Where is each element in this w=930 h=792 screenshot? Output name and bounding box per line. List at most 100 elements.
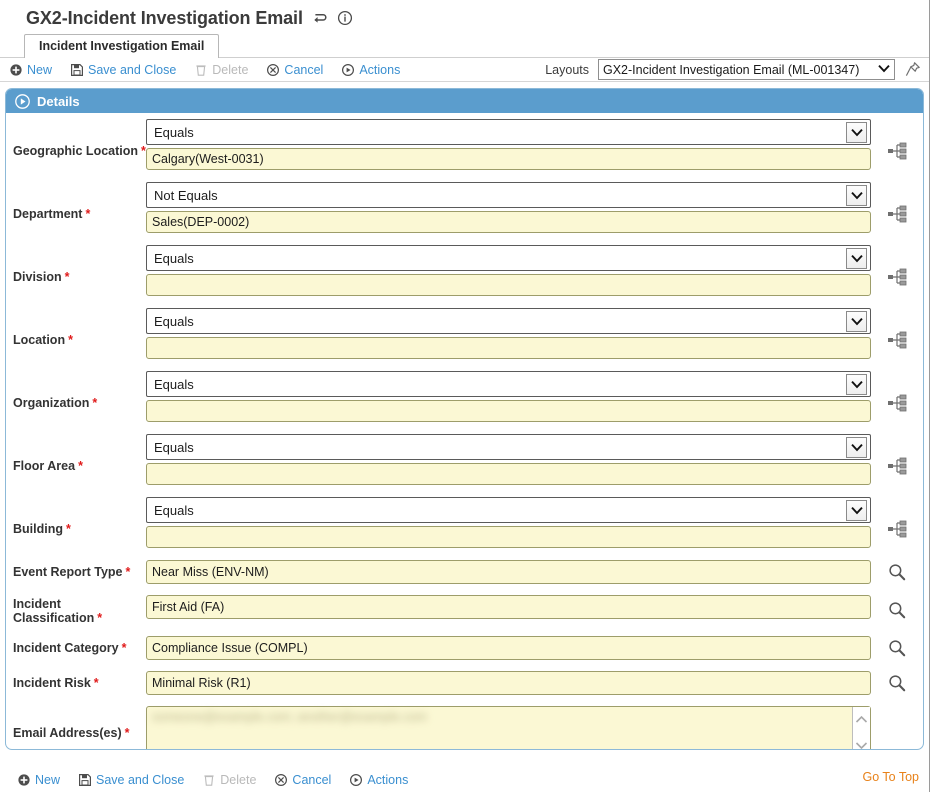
- operator-select[interactable]: Equals: [146, 245, 871, 271]
- redacted-email-text: someone@example.com; another@example.com: [152, 710, 427, 724]
- hierarchy-picker-button[interactable]: [871, 434, 923, 497]
- layout-select[interactable]: GX2-Incident Investigation Email (ML-001…: [598, 59, 895, 80]
- hierarchy-picker-button[interactable]: [871, 119, 923, 182]
- field-label-email-text: Email Address(es): [13, 725, 122, 740]
- required-marker: *: [92, 395, 98, 410]
- required-marker: *: [121, 641, 127, 655]
- footer-new-label: New: [35, 772, 61, 787]
- field-label: Geographic Location *: [6, 119, 146, 182]
- field-row-email: Email Address(es) * someone@example.com; …: [6, 706, 923, 749]
- search-icon: [889, 564, 906, 581]
- actions-button[interactable]: Actions: [342, 63, 400, 77]
- cancel-circle-icon: [275, 773, 288, 786]
- hierarchy-picker-icon: [888, 205, 907, 222]
- cancel-button[interactable]: Cancel: [267, 63, 323, 77]
- play-circle-icon: [342, 63, 355, 76]
- lookup-field-rows: Event Report Type*Incident Classificatio…: [6, 560, 923, 695]
- hierarchy-picker-button[interactable]: [871, 371, 923, 434]
- field-value-input[interactable]: [146, 274, 871, 296]
- field-value-input[interactable]: [146, 337, 871, 359]
- operator-select[interactable]: Equals: [146, 119, 871, 145]
- delete-button[interactable]: Delete: [195, 63, 248, 77]
- row-spacer: [146, 485, 871, 497]
- row-spacer: [146, 233, 871, 245]
- lookup-value-input[interactable]: [146, 560, 871, 584]
- field-label: Department *: [6, 182, 146, 245]
- hierarchy-picker-button[interactable]: [871, 182, 923, 245]
- pin-icon[interactable]: [904, 61, 921, 78]
- go-to-top-link[interactable]: Go To Top: [862, 770, 919, 784]
- field-control-email: someone@example.com; another@example.com: [146, 706, 871, 749]
- refresh-icon[interactable]: [312, 11, 328, 26]
- email-textarea-scrollbar[interactable]: [852, 707, 870, 749]
- field-value-input[interactable]: [146, 148, 871, 170]
- scroll-up-icon: [855, 716, 868, 723]
- operator-field-rows: Geographic Location*EqualsDepartment*Not…: [6, 119, 923, 560]
- field-value-input[interactable]: [146, 211, 871, 233]
- field-value-input[interactable]: [146, 463, 871, 485]
- required-marker: *: [68, 332, 73, 347]
- lookup-field-row: Incident Category *: [6, 636, 923, 660]
- details-form: Geographic Location*EqualsDepartment*Not…: [6, 113, 923, 749]
- field-label-text: Department: [13, 206, 83, 221]
- field-control: Equals: [146, 371, 871, 434]
- footer-new-button[interactable]: New: [18, 773, 60, 787]
- lookup-search-button[interactable]: [871, 560, 923, 584]
- operator-select[interactable]: Equals: [146, 434, 871, 460]
- hierarchy-picker-icon: [888, 331, 907, 348]
- hierarchy-picker-button[interactable]: [871, 308, 923, 371]
- details-panel-header[interactable]: Details: [6, 89, 923, 113]
- field-row: Building * Equals: [6, 497, 923, 560]
- lookup-value-input[interactable]: [146, 636, 871, 660]
- lookup-search-button[interactable]: [871, 595, 923, 625]
- save-and-close-label: Save and Close: [88, 62, 177, 77]
- hierarchy-picker-button[interactable]: [871, 497, 923, 560]
- footer-actions-button[interactable]: Actions: [350, 773, 408, 787]
- tab-incident-investigation-email[interactable]: Incident Investigation Email: [24, 34, 220, 58]
- operator-select[interactable]: Equals: [146, 371, 871, 397]
- lookup-field-control: [146, 560, 871, 584]
- field-label-text: Location: [13, 332, 66, 347]
- lookup-field-row: Event Report Type *: [6, 560, 923, 584]
- field-label-text: Organization: [13, 395, 90, 410]
- layouts-label: Layouts: [545, 62, 589, 77]
- hierarchy-picker-icon: [888, 457, 907, 474]
- row-spacer: [146, 359, 871, 371]
- email-textarea-wrapper: someone@example.com; another@example.com: [146, 706, 871, 749]
- field-row: Division * Equals: [6, 245, 923, 308]
- field-label: Location *: [6, 308, 146, 371]
- plus-circle-icon: [10, 63, 22, 76]
- lookup-search-button[interactable]: [871, 636, 923, 660]
- field-row: Location * Equals: [6, 308, 923, 371]
- tab-strip: Incident Investigation Email: [0, 33, 929, 58]
- play-triangle-icon[interactable]: [15, 93, 30, 109]
- hierarchy-picker-button[interactable]: [871, 245, 923, 308]
- lookup-value-input[interactable]: [146, 671, 871, 695]
- field-label: Division *: [6, 245, 146, 308]
- footer-save-and-close-button[interactable]: Save and Close: [79, 773, 184, 787]
- row-spacer: [146, 296, 871, 308]
- operator-select-wrapper: Equals: [146, 308, 871, 334]
- lookup-field-label: Incident Risk *: [6, 671, 146, 695]
- footer-cancel-label: Cancel: [292, 772, 332, 787]
- info-icon[interactable]: [337, 10, 353, 26]
- new-button[interactable]: New: [10, 63, 52, 77]
- operator-select[interactable]: Not Equals: [146, 182, 871, 208]
- footer-delete-button[interactable]: Delete: [203, 773, 256, 787]
- lookup-value-input[interactable]: [146, 595, 871, 619]
- lookup-search-button[interactable]: [871, 671, 923, 695]
- cancel-circle-icon: [267, 63, 280, 76]
- operator-select[interactable]: Equals: [146, 497, 871, 523]
- save-and-close-button[interactable]: Save and Close: [71, 63, 176, 77]
- field-value-input[interactable]: [146, 400, 871, 422]
- field-value-input[interactable]: [146, 526, 871, 548]
- footer-cancel-button[interactable]: Cancel: [275, 773, 331, 787]
- field-control: Equals: [146, 119, 871, 182]
- field-control: Equals: [146, 245, 871, 308]
- footer-save-and-close-label: Save and Close: [96, 772, 185, 787]
- delete-label: Delete: [212, 62, 249, 77]
- field-row: Geographic Location * Equals: [6, 119, 923, 182]
- operator-select[interactable]: Equals: [146, 308, 871, 334]
- operator-select-wrapper: Equals: [146, 497, 871, 523]
- required-marker: *: [64, 269, 70, 284]
